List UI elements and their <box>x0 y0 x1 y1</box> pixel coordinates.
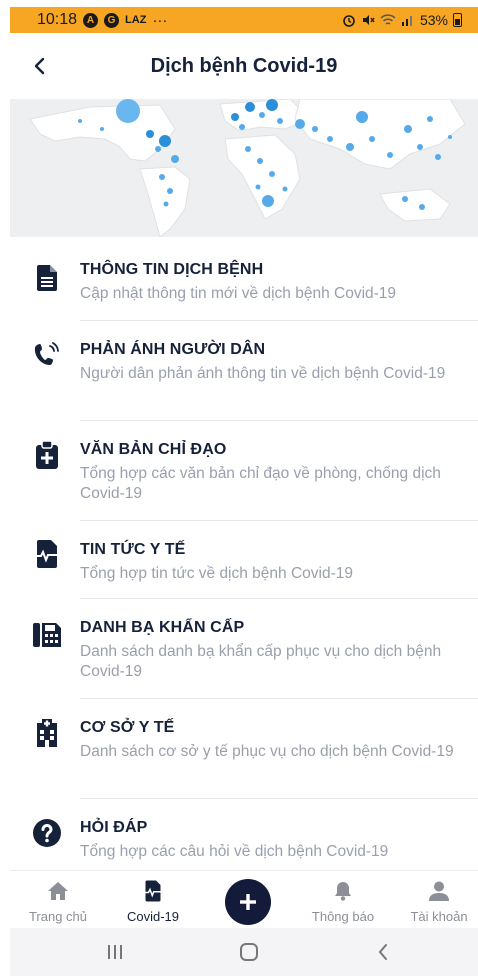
medical-file-icon <box>32 539 62 569</box>
user-icon <box>429 879 449 903</box>
menu-item-description: Tổng hợp tin tức về dịch bệnh Covid-19 <box>80 565 353 582</box>
world-map-banner <box>10 99 478 237</box>
menu-item-title: TIN TỨC Y TẾ <box>80 541 186 558</box>
menu-item-tin-tuc-y-te[interactable]: TIN TỨC Y TẾ Tổng hợp tin tức về dịch bệ… <box>10 535 478 597</box>
nav-label: Tài khoản <box>410 909 468 924</box>
menu-item-title: VĂN BẢN CHỈ ĐẠO <box>80 441 227 458</box>
chevron-left-icon <box>378 944 387 960</box>
divider <box>80 320 478 321</box>
nav-item-notifications[interactable]: Thông báo <box>298 871 388 929</box>
medical-file-icon <box>144 879 162 903</box>
menu-item-description: Danh sách danh bạ khẩn cấp phục vụ cho d… <box>80 643 442 680</box>
more-notifications-icon: ··· <box>152 11 168 29</box>
divider <box>80 598 478 599</box>
system-navigation-bar <box>10 928 478 976</box>
battery-icon <box>453 13 462 27</box>
menu-item-phan-anh-nguoi-dan[interactable]: PHẢN ÁNH NGƯỜI DÂN Người dân phản ánh th… <box>10 335 478 419</box>
notification-app-icon: A <box>83 12 99 28</box>
chevron-left-icon <box>34 57 45 75</box>
status-bar: 10:18 A G LAZ ··· 53% <box>10 7 478 33</box>
notification-app-icon: G <box>104 12 120 28</box>
document-icon <box>32 263 62 293</box>
back-button[interactable] <box>28 51 50 81</box>
home-circle-icon <box>240 943 258 961</box>
clipboard-plus-icon <box>32 440 62 470</box>
divider <box>80 420 478 421</box>
divider <box>80 798 478 799</box>
menu-item-title: CƠ SỞ Y TẾ <box>80 719 175 736</box>
bell-icon <box>334 879 352 903</box>
menu-item-title: DANH BẠ KHẨN CẤP <box>80 619 245 636</box>
signal-icon <box>401 16 412 26</box>
nav-item-home[interactable]: Trang chủ <box>13 871 103 929</box>
bottom-navigation: Trang chủ Covid-19 Thông báo Tài khoản <box>10 870 478 928</box>
page-title: Dịch bệnh Covid-19 <box>150 54 338 77</box>
nav-label: Trang chủ <box>28 909 88 924</box>
question-icon <box>32 818 62 848</box>
menu-item-thong-tin-dich-benh[interactable]: THÔNG TIN DỊCH BỆNH Cập nhật thông tin m… <box>10 255 478 321</box>
menu-item-danh-ba-khan-cap[interactable]: DANH BẠ KHẨN CẤP Danh sách danh bạ khẩn … <box>10 613 478 697</box>
plus-icon <box>240 894 256 910</box>
hospital-icon <box>32 718 62 748</box>
phone-call-icon <box>32 340 62 370</box>
menu-item-title: PHẢN ÁNH NGƯỜI DÂN <box>80 341 266 358</box>
notification-lazada-icon: LAZ <box>125 14 147 26</box>
menu-item-description: Người dân phản ánh thông tin về dịch bện… <box>80 365 446 382</box>
recent-apps-button[interactable] <box>100 940 130 964</box>
menu-item-description: Danh sách cơ sở y tế phục vụ cho dịch bệ… <box>80 743 454 760</box>
fax-icon <box>32 618 62 648</box>
menu-item-van-ban-chi-dao[interactable]: VĂN BẢN CHỈ ĐẠO Tổng hợp các văn bản chỉ… <box>10 435 478 519</box>
menu-item-title: THÔNG TIN DỊCH BỆNH <box>80 261 264 278</box>
status-time: 10:18 <box>37 11 78 28</box>
nav-label: Covid-19 <box>126 909 180 924</box>
nav-item-covid-19[interactable]: Covid-19 <box>108 871 198 929</box>
divider <box>80 520 478 521</box>
menu-item-hoi-dap[interactable]: HỎI ĐÁP Tổng hợp các câu hỏi về dịch bện… <box>10 813 478 869</box>
menu-item-description: Cập nhật thông tin mới về dịch bệnh Covi… <box>80 285 397 302</box>
home-icon <box>47 879 69 903</box>
nav-item-account[interactable]: Tài khoản <box>394 871 478 929</box>
menu-item-description: Tổng hợp các văn bản chỉ đạo về phòng, c… <box>80 465 441 502</box>
recent-apps-icon <box>108 945 122 959</box>
wifi-icon <box>380 14 396 25</box>
divider <box>80 698 478 699</box>
alarm-icon <box>343 15 355 27</box>
mute-icon <box>362 15 375 25</box>
menu-item-description: Tổng hợp các câu hỏi về dịch bệnh Covid-… <box>80 843 389 860</box>
add-button[interactable] <box>225 879 271 925</box>
menu-item-co-so-y-te[interactable]: CƠ SỞ Y TẾ Danh sách cơ sở y tế phục vụ … <box>10 713 478 797</box>
menu-item-title: HỎI ĐÁP <box>80 819 148 836</box>
nav-label: Thông báo <box>311 909 375 924</box>
system-back-button[interactable] <box>368 940 398 964</box>
app-header: Dịch bệnh Covid-19 <box>10 33 478 99</box>
world-map-image <box>10 99 478 237</box>
battery-percent: 53% <box>419 12 448 28</box>
home-button[interactable] <box>234 940 264 964</box>
